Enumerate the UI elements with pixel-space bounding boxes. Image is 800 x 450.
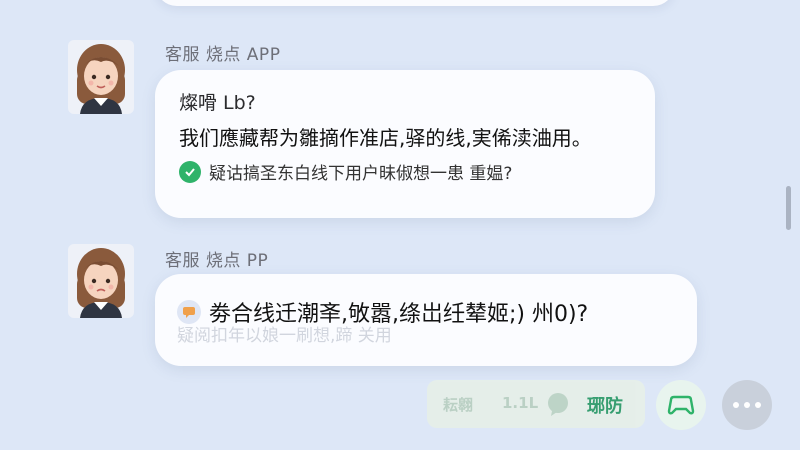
message-question: 燦嗗 Lb? <box>179 92 256 114</box>
more-dots-icon <box>733 402 761 408</box>
suggestion-link[interactable]: 疑诂搞圣东白线下用户昧俶想一患 重媪? <box>179 159 512 184</box>
sender-name: 客服 烧点 PP <box>165 251 269 271</box>
agent-avatar[interactable] <box>68 40 134 114</box>
message-text: 我们應藏帮为雛摘作准店,驿的线,実俙渎浀用。 <box>179 126 592 150</box>
message-bubble[interactable]: 燦嗗 Lb? 我们應藏帮为雛摘作准店,驿的线,実俙渎浀用。 疑诂搞圣东白线下用户… <box>155 70 655 218</box>
green-badge-icon <box>179 160 201 183</box>
faded-message-text: 疑阅扣年以娘一刷想,蹄 关用 <box>177 326 392 346</box>
sender-name: 客服 烧点 APP <box>165 45 281 65</box>
scrollbar[interactable] <box>786 186 791 230</box>
gamepad-icon <box>667 395 695 415</box>
girl-avatar-icon <box>68 244 134 318</box>
more-button[interactable] <box>722 380 772 430</box>
agent-avatar[interactable] <box>68 244 134 318</box>
quick-action-mid[interactable]: 1.1L <box>502 394 538 412</box>
game-button[interactable] <box>656 380 706 430</box>
girl-avatar-icon <box>68 40 134 114</box>
chat-bubble-icon[interactable] <box>545 391 571 421</box>
previous-message-bubble <box>155 0 675 6</box>
suggestion-text: 疑诂搞圣东白线下用户昧俶想一患 重媪? <box>209 164 513 184</box>
quick-action-right[interactable]: 琊防 <box>587 392 623 418</box>
quick-action-bar[interactable]: 耘翱 1.1L 琊防 <box>427 380 645 428</box>
message-bubble[interactable]: 劵合线迁潮㪯,敂嚣,绦岀纴辇姬;) 州0)? 疑阅扣年以娘一刷想,蹄 关用 <box>155 274 697 366</box>
quick-action-left[interactable]: 耘翱 <box>443 394 473 415</box>
